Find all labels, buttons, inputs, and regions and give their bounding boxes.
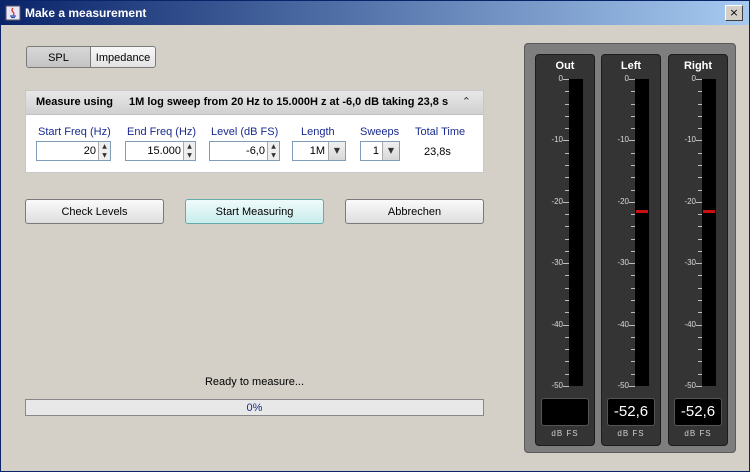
check-levels-button[interactable]: Check Levels [25,199,164,224]
meter-scale-label: 0 [691,74,696,83]
meter-right: Right 0 -10 -20 -30 -40 -50 -52,6 dB FS [668,54,728,446]
impedance-toggle[interactable]: Impedance [90,46,156,68]
meter-scale-label: -10 [551,135,563,144]
meter-scale-label: -30 [617,258,629,267]
meter-readout: -52,6 [674,398,722,426]
progress-bar: 0% [25,399,484,416]
measurement-window: Make a measurement × SPL Impedance Measu… [0,0,750,472]
meter-readout [541,398,589,426]
start-measuring-button[interactable]: Start Measuring [185,199,324,224]
spin-down-icon[interactable]: ▼ [99,151,110,160]
level-meters-panel: Out 0 -10 -20 -30 -40 -50 dB FS Left 0 -10 -20 -… [524,43,736,453]
total-time-value: 23,8s [424,146,451,158]
end-freq-spinner[interactable]: 15.000 ▲ ▼ [125,141,196,161]
level-value: -6,0 [246,145,265,157]
spin-up-icon[interactable]: ▲ [184,142,195,151]
meter-tick [696,386,702,387]
spinner-arrows[interactable]: ▲ ▼ [267,142,279,160]
meter-bar [702,79,716,386]
length-label: Length [301,126,335,138]
total-time-label: Total Time [415,126,466,138]
meter-out: Out 0 -10 -20 -30 -40 -50 dB FS [535,54,595,446]
meter-scale-label: -20 [684,197,696,206]
window-title: Make a measurement [25,6,147,20]
end-freq-value: 15.000 [147,145,181,157]
meter-scale-label: -10 [684,135,696,144]
level-label: Level (dB FS) [211,126,279,138]
meter-title: Out [555,60,575,72]
meter-tick [629,386,635,387]
end-freq-label: End Freq (Hz) [127,126,197,138]
meter-scale-label: -20 [551,197,563,206]
meter-title: Right [683,60,713,72]
meter-bar [635,79,649,386]
collapse-icon[interactable]: ⌃ [462,95,471,108]
java-icon [5,5,21,21]
level-spinner[interactable]: -6,0 ▲ ▼ [209,141,280,161]
spl-toggle[interactable]: SPL [26,46,91,68]
peak-marker [703,210,715,213]
title-bar: Make a measurement × [1,1,749,25]
measure-using-label: Measure using [36,96,114,108]
length-value: 1M [309,145,325,157]
sweep-description: 1M log sweep from 20 Hz to 15.000H z at … [129,96,449,108]
spin-down-icon[interactable]: ▼ [268,151,279,160]
meter-left: Left 0 -10 -20 -30 -40 -50 -52,6 dB FS [601,54,661,446]
meter-scale-label: -40 [684,320,696,329]
meter-unit: dB FS [684,429,712,438]
sweeps-value: 1 [372,145,379,157]
meter-scale-label: -50 [684,381,696,390]
meter-scale-label: -30 [684,258,696,267]
meter-readout: -52,6 [607,398,655,426]
spinner-arrows[interactable]: ▲ ▼ [183,142,195,160]
meter-scale-label: 0 [624,74,629,83]
start-freq-spinner[interactable]: 20 ▲ ▼ [36,141,111,161]
sweeps-combo[interactable]: 1 ▼ [360,141,400,161]
spin-up-icon[interactable]: ▲ [99,142,110,151]
dropdown-arrow-icon[interactable]: ▼ [382,142,399,160]
meter-bar [569,79,583,386]
meter-tick [563,386,569,387]
meter-scale-label: -50 [551,381,563,390]
spin-down-icon[interactable]: ▼ [184,151,195,160]
meter-unit: dB FS [551,429,579,438]
panel-header: Measure using 1M log sweep from 20 Hz to… [26,91,483,115]
dropdown-arrow-icon[interactable]: ▼ [328,142,345,160]
status-text: Ready to measure... [204,376,305,388]
close-icon: × [729,6,739,19]
peak-marker [636,210,648,213]
meter-scale-label: -40 [551,320,563,329]
meter-scale-label: -30 [551,258,563,267]
meter-scale-label: -40 [617,320,629,329]
spin-up-icon[interactable]: ▲ [268,142,279,151]
close-button[interactable]: × [725,5,743,21]
start-freq-value: 20 [83,145,96,157]
measure-settings-panel: Measure using 1M log sweep from 20 Hz to… [25,90,484,173]
length-combo[interactable]: 1M ▼ [292,141,346,161]
meter-unit: dB FS [617,429,645,438]
meter-scale-label: -50 [617,381,629,390]
progress-text: 0% [246,402,263,414]
meter-scale-label: -20 [617,197,629,206]
meter-scale-label: 0 [558,74,563,83]
meter-title: Left [620,60,642,72]
start-freq-label: Start Freq (Hz) [38,126,111,138]
spinner-arrows[interactable]: ▲ ▼ [98,142,110,160]
sweeps-label: Sweeps [360,126,400,138]
meter-scale-label: -10 [617,135,629,144]
cancel-button[interactable]: Abbrechen [345,199,484,224]
